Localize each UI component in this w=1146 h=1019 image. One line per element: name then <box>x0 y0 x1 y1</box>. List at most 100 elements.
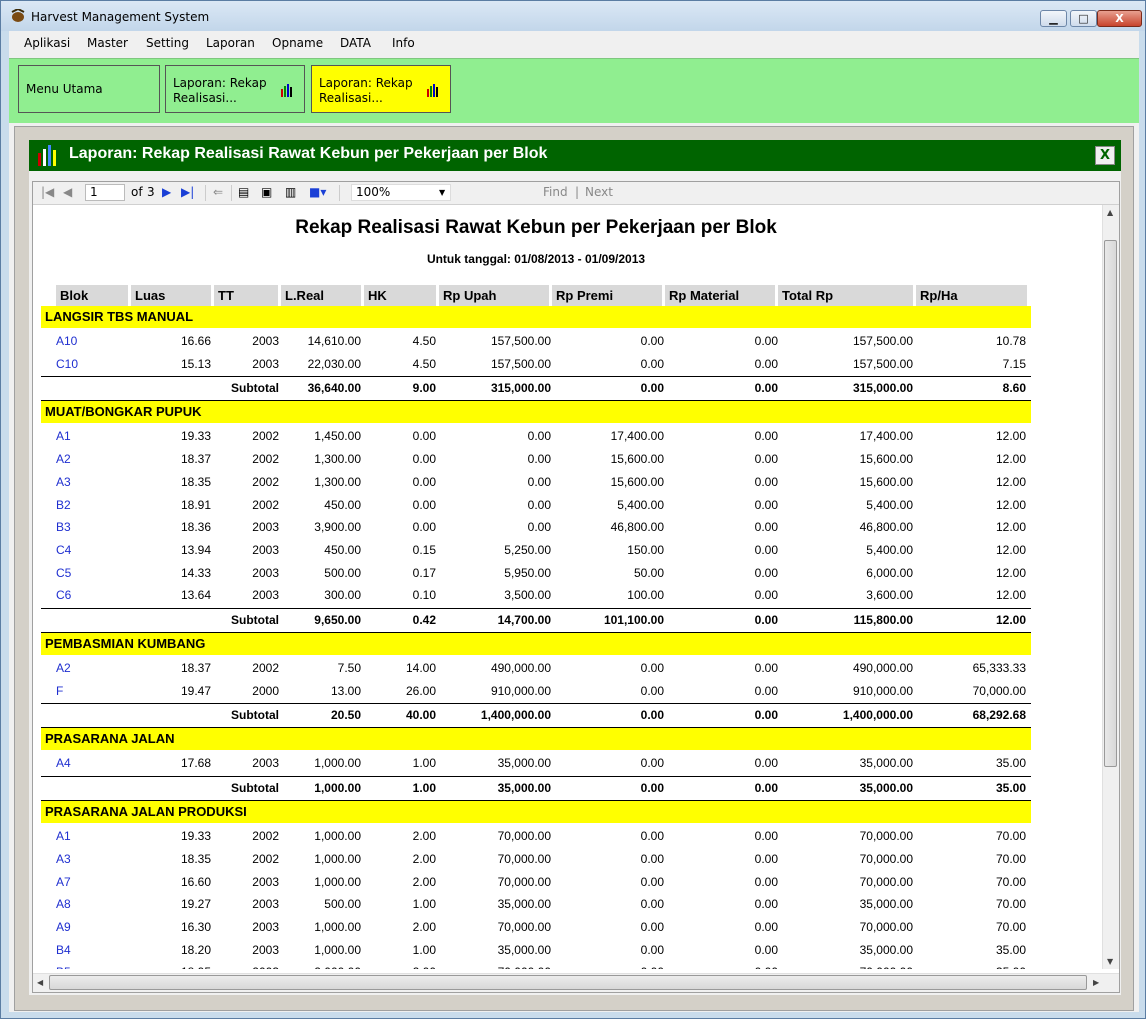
cell-blok[interactable]: A2 <box>56 657 71 679</box>
cell-tt: 2003 <box>252 334 279 348</box>
page-number-input[interactable]: 1 <box>85 184 125 201</box>
cell-rp-upah: 35,000.00 <box>497 897 551 912</box>
next-page-icon[interactable]: ▶ <box>162 185 171 199</box>
cell-blok[interactable]: B2 <box>56 494 71 516</box>
cell-blok[interactable]: A7 <box>56 871 71 893</box>
table-row: A2 18.37 2002 7.50 14.00 490,000.00 0.00 0.00 49… <box>41 657 1031 679</box>
menu-opname[interactable]: Opname <box>272 36 323 50</box>
task-laporan-2[interactable]: Laporan: Rekap Realisasi... <box>311 65 451 113</box>
cell-total-rp: 5,400.00 <box>866 542 913 557</box>
close-button[interactable]: X <box>1097 10 1142 27</box>
cell-luas: 16.66 <box>180 334 211 348</box>
cell-blok[interactable]: C5 <box>56 562 71 584</box>
page-setup-icon[interactable]: ▥ <box>285 185 296 199</box>
find-link[interactable]: Find <box>543 185 568 199</box>
group-header: LANGSIR TBS MANUAL <box>41 306 1031 328</box>
cell-lreal: 500.00 <box>324 897 361 912</box>
cell-tt: 2002 <box>252 497 279 512</box>
cell-blok[interactable]: A1 <box>56 425 71 447</box>
task-label: Laporan: Rekap Realisasi... <box>173 76 267 105</box>
subtotal-hk: 1.00 <box>412 781 436 796</box>
horizontal-scrollbar[interactable]: ◀ ▶ <box>33 973 1119 992</box>
cell-blok[interactable]: C10 <box>56 353 78 375</box>
cell-rp-upah: 157,500.00 <box>490 356 551 371</box>
print-layout-icon[interactable]: ▣ <box>261 185 272 199</box>
menu-setting[interactable]: Setting <box>146 36 189 50</box>
menu-bar: Aplikasi Master Setting Laporan Opname D… <box>9 31 1139 57</box>
column-header-rp-ha: Rp/Ha <box>916 285 1027 306</box>
column-header-tt: TT <box>214 285 278 306</box>
subtotal-rp-ha: 8.60 <box>1002 381 1026 396</box>
cell-lreal: 500.00 <box>324 565 361 580</box>
minimize-button[interactable]: ▁ <box>1040 10 1067 27</box>
cell-rp-upah: 70,000.00 <box>497 851 551 866</box>
cell-rp-premi: 0.00 <box>640 334 664 348</box>
cell-rp-ha: 70.00 <box>995 874 1026 889</box>
menu-info[interactable]: Info <box>392 36 415 50</box>
report-window-header: Laporan: Rekap Realisasi Rawat Kebun per… <box>29 140 1121 171</box>
cell-lreal: 1,450.00 <box>314 429 361 444</box>
export-icon[interactable]: ■▾ <box>309 185 326 199</box>
table-row: B5 18.95 2003 2,000.00 2.00 70,000.00 0.00 0.00… <box>41 961 1031 969</box>
cell-blok[interactable]: B4 <box>56 939 71 961</box>
cell-blok[interactable]: A4 <box>56 752 71 774</box>
cell-blok[interactable]: A9 <box>56 916 71 938</box>
title-bar[interactable]: Harvest Management System ▁ □ X <box>1 1 1145 31</box>
table-row: A2 18.37 2002 1,300.00 0.00 0.00 15,600.00 0.00… <box>41 448 1031 470</box>
cell-rp-ha: 12.00 <box>995 497 1026 512</box>
subtotal-rp-material: 0.00 <box>754 613 778 627</box>
scroll-up-icon[interactable]: ▲ <box>1107 208 1113 217</box>
horizontal-scroll-thumb[interactable] <box>49 975 1087 990</box>
menu-laporan[interactable]: Laporan <box>206 36 255 50</box>
zoom-select[interactable]: 100% <box>351 184 451 201</box>
cell-hk: 0.15 <box>412 542 436 557</box>
cell-rp-material: 0.00 <box>754 520 778 535</box>
back-icon[interactable]: ⇐ <box>213 185 223 199</box>
vertical-scroll-thumb[interactable] <box>1104 240 1117 767</box>
chevron-down-icon[interactable]: ▼ <box>439 188 445 197</box>
cell-rp-ha: 12.00 <box>995 565 1026 580</box>
cell-blok[interactable]: A2 <box>56 448 71 470</box>
cell-blok[interactable]: A8 <box>56 893 71 915</box>
first-page-icon[interactable]: |◀ <box>41 185 54 199</box>
cell-rp-ha: 7.15 <box>1002 356 1026 371</box>
maximize-button[interactable]: □ <box>1070 10 1097 27</box>
cell-rp-premi: 46,800.00 <box>610 520 664 535</box>
scroll-left-icon[interactable]: ◀ <box>37 978 43 987</box>
cell-blok[interactable]: A3 <box>56 848 71 870</box>
next-link[interactable]: Next <box>585 185 613 199</box>
cell-blok[interactable]: A10 <box>56 330 77 352</box>
scroll-down-icon[interactable]: ▼ <box>1107 957 1113 966</box>
print-icon[interactable]: ▤ <box>238 185 249 199</box>
cell-blok[interactable]: C4 <box>56 539 71 561</box>
cell-blok[interactable]: F <box>56 680 63 702</box>
cell-blok[interactable]: A3 <box>56 471 71 493</box>
last-page-icon[interactable]: ▶| <box>181 185 194 199</box>
cell-blok[interactable]: A1 <box>56 825 71 847</box>
menu-data[interactable]: DATA <box>340 36 371 50</box>
cell-luas: 18.95 <box>181 961 211 969</box>
cell-luas: 19.27 <box>180 897 211 912</box>
cell-hk: 4.50 <box>412 356 436 371</box>
task-menu-utama[interactable]: Menu Utama <box>18 65 160 113</box>
prev-page-icon[interactable]: ◀ <box>63 185 72 199</box>
cell-lreal: 1,000.00 <box>314 851 361 866</box>
cell-rp-upah: 0.00 <box>527 429 551 444</box>
window-title: Harvest Management System <box>31 10 210 24</box>
cell-lreal: 1,000.00 <box>314 919 361 934</box>
table-row: A10 16.66 2003 14,610.00 4.50 157,500.00 0.00 0… <box>41 330 1031 352</box>
vertical-scrollbar[interactable]: ▲ ▼ <box>1102 205 1119 969</box>
cell-rp-material: 0.00 <box>754 874 778 889</box>
cell-blok[interactable]: B5 <box>56 961 71 969</box>
task-laporan-1[interactable]: Laporan: Rekap Realisasi... <box>165 65 305 113</box>
menu-master[interactable]: Master <box>87 36 128 50</box>
cell-rp-premi: 0.00 <box>640 829 664 844</box>
menu-aplikasi[interactable]: Aplikasi <box>24 36 70 50</box>
cell-blok[interactable]: C6 <box>56 584 71 606</box>
chart-icon <box>38 145 56 166</box>
cell-total-rp: 6,000.00 <box>866 565 913 580</box>
close-report-button[interactable]: X <box>1095 146 1115 165</box>
scroll-right-icon[interactable]: ▶ <box>1093 978 1099 987</box>
cell-blok[interactable]: B3 <box>56 516 71 538</box>
cell-luas: 18.20 <box>180 942 211 957</box>
